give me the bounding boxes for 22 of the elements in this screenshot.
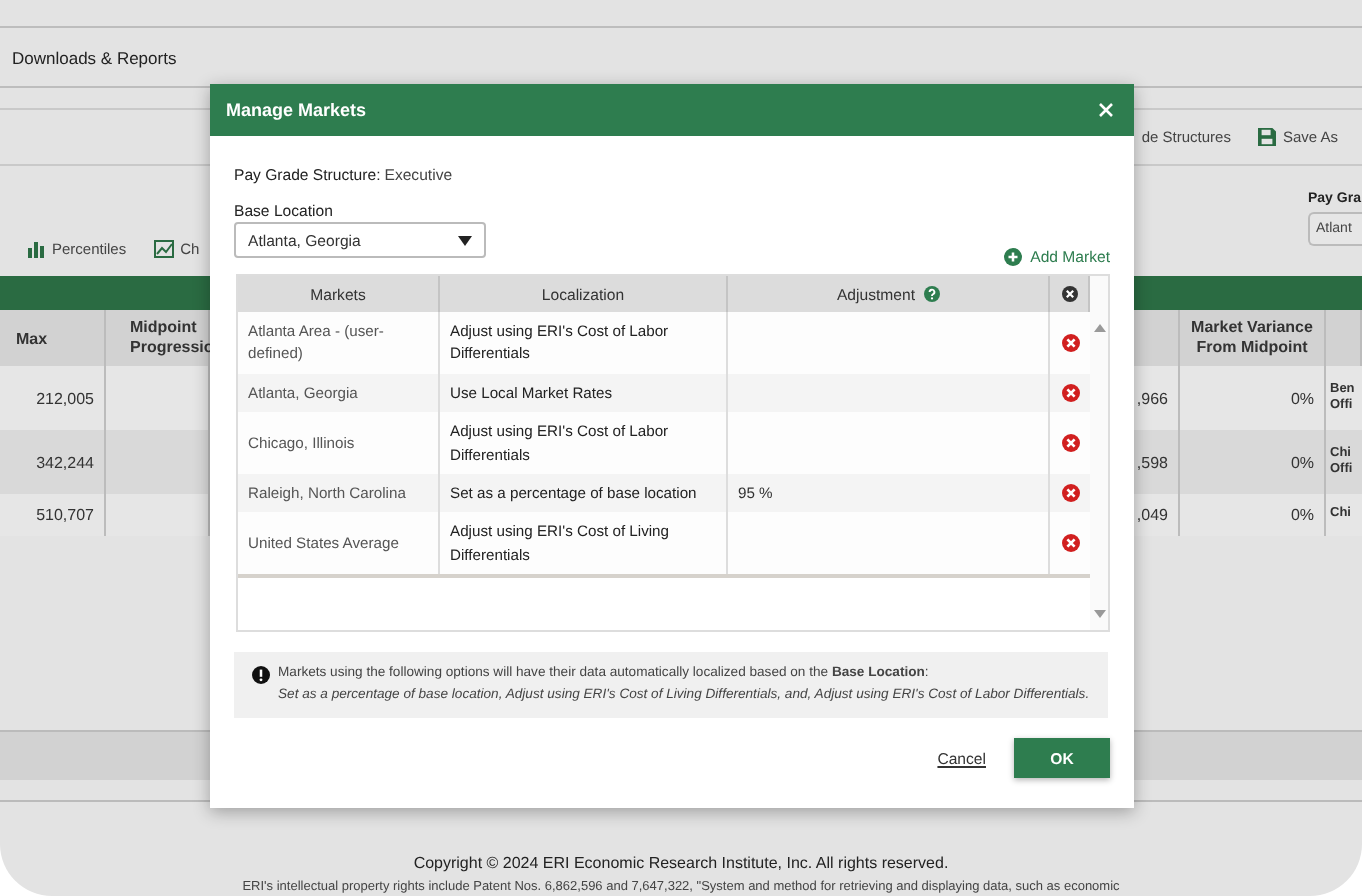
scroll-down-icon[interactable] bbox=[1093, 610, 1105, 619]
remove-icon[interactable] bbox=[1061, 534, 1079, 553]
exclamation-icon bbox=[252, 666, 270, 685]
dialog-title: Manage Markets bbox=[226, 100, 367, 120]
plus-circle-icon[interactable] bbox=[1004, 248, 1023, 266]
remove-icon[interactable] bbox=[1061, 333, 1079, 352]
help-icon[interactable] bbox=[923, 286, 939, 302]
remove-icon[interactable] bbox=[1061, 383, 1079, 402]
remove-icon[interactable] bbox=[1061, 484, 1079, 503]
page-title: Downloads & Reports bbox=[12, 47, 177, 67]
bar-chart-icon[interactable] bbox=[28, 241, 46, 257]
remove-all-icon[interactable] bbox=[1061, 286, 1077, 302]
close-icon[interactable] bbox=[1098, 102, 1114, 118]
table-cell: 0% bbox=[1180, 494, 1326, 536]
scroll-up-icon[interactable] bbox=[1093, 324, 1105, 332]
remove-icon[interactable] bbox=[1061, 434, 1079, 453]
save-icon[interactable] bbox=[1258, 128, 1277, 146]
line-chart-icon[interactable] bbox=[154, 240, 175, 258]
scrollbar[interactable] bbox=[1090, 276, 1108, 631]
table-cell: 510,707 bbox=[0, 494, 106, 536]
copyright-text: Copyright © 2024 ERI Economic Research Institute, Inc. All rights reserved. bbox=[413, 853, 949, 871]
dropdown-caret-icon bbox=[458, 235, 472, 245]
